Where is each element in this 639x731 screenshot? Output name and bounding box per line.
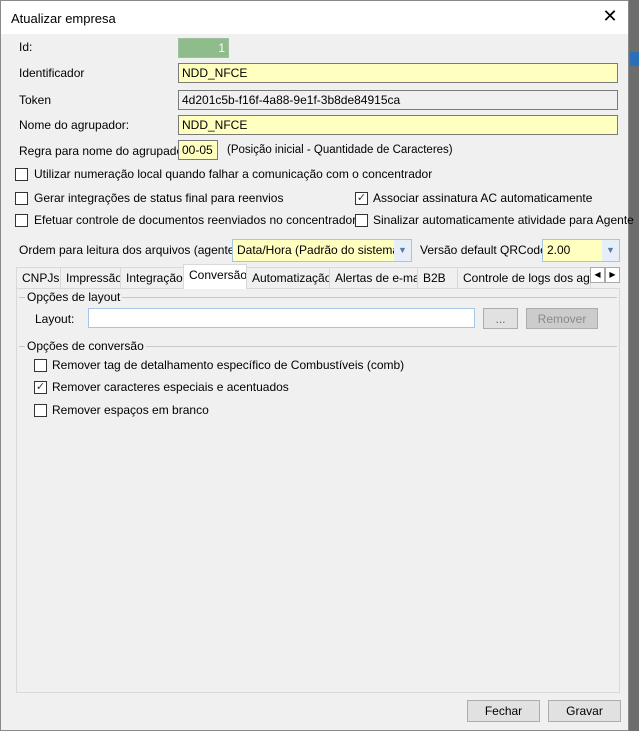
id-field: 1	[178, 38, 229, 58]
ordem-label: Ordem para leitura dos arquivos (agente)…	[19, 243, 242, 257]
layout-input[interactable]	[88, 308, 475, 328]
close-icon[interactable]: ✕	[599, 6, 621, 27]
ordem-select[interactable]: Data/Hora (Padrão do sistema) ▼	[232, 239, 412, 262]
layout-group-title: Opções de layout	[25, 290, 123, 304]
fechar-button[interactable]: Fechar	[467, 700, 540, 722]
nome-agrupador-label: Nome do agrupador:	[19, 118, 130, 132]
background-window-element	[630, 52, 639, 66]
checkbox-remover-caracteres[interactable]: ✓	[34, 381, 47, 394]
checkbox-remover-espacos[interactable]	[34, 404, 47, 417]
tab-cnpjs[interactable]: CNPJs	[16, 267, 61, 288]
checkbox-efetuar-controle[interactable]	[15, 214, 28, 227]
tab-scroll-left-icon[interactable]: ◀	[590, 267, 605, 283]
qrcode-select[interactable]: 2.00 ▼	[542, 239, 620, 262]
checkbox-associar-assinatura[interactable]: ✓	[355, 192, 368, 205]
conversion-group-title: Opções de conversão	[25, 339, 146, 353]
checkbox-label: Remover espaços em branco	[52, 403, 209, 417]
checkbox-remover-comb[interactable]	[34, 359, 47, 372]
identificador-input[interactable]: NDD_NFCE	[178, 63, 618, 83]
chevron-down-icon: ▼	[394, 240, 411, 261]
checkbox-label: Remover caracteres especiais e acentuado…	[52, 380, 289, 394]
checkbox-label: Remover tag de detalhamento específico d…	[52, 358, 405, 372]
nome-agrupador-input[interactable]: NDD_NFCE	[178, 115, 618, 135]
regra-label: Regra para nome do agrupador:	[19, 144, 191, 158]
regra-hint: (Posição inicial - Quantidade de Caracte…	[227, 144, 453, 156]
checkbox-label: Associar assinatura AC automaticamente	[373, 191, 593, 205]
gravar-button[interactable]: Gravar	[548, 700, 621, 722]
checkbox-label: Gerar integrações de status final para r…	[34, 191, 284, 205]
checkbox-label: Sinalizar automaticamente atividade para…	[373, 213, 634, 227]
token-input[interactable]: 4d201c5b-f16f-4a88-9e1f-3b8de84915ca	[178, 90, 618, 110]
chevron-down-icon: ▼	[602, 240, 619, 261]
title-bar: Atualizar empresa ✕	[1, 1, 628, 34]
id-label: Id:	[19, 40, 33, 54]
regra-input[interactable]: 00-05	[178, 140, 218, 160]
checkbox-gerar-integracoes[interactable]	[15, 192, 28, 205]
remove-layout-button[interactable]: Remover	[526, 308, 598, 329]
tab-b2b[interactable]: B2B	[417, 267, 458, 288]
ordem-value: Data/Hora (Padrão do sistema)	[237, 243, 404, 257]
window-title: Atualizar empresa	[11, 11, 116, 26]
tab-integracao[interactable]: Integração	[120, 267, 184, 288]
tab-alertas-email[interactable]: Alertas de e-mail	[329, 267, 418, 288]
checkbox-numeracao-local[interactable]	[15, 168, 28, 181]
tab-scroll-right-icon[interactable]: ▶	[605, 267, 620, 283]
tab-impressao[interactable]: Impressão	[60, 267, 121, 288]
layout-label: Layout:	[35, 312, 75, 326]
identificador-label: Identificador	[19, 66, 85, 80]
dialog-atualizar-empresa: Atualizar empresa ✕ Id: 1 Identificador …	[0, 0, 634, 731]
qrcode-label: Versão default QRCode:	[420, 243, 551, 257]
tab-controle-logs[interactable]: Controle de logs dos agen	[457, 267, 591, 288]
browse-button[interactable]: ...	[483, 308, 518, 329]
tab-automatizacao[interactable]: Automatização	[246, 267, 330, 288]
tab-panel-conversao: Opções de layout Layout: ... Remover Opç…	[16, 288, 620, 693]
checkbox-label: Efetuar controle de documentos reenviado…	[34, 213, 357, 227]
qrcode-value: 2.00	[547, 243, 571, 257]
background-window	[629, 0, 639, 731]
token-label: Token	[19, 93, 52, 107]
checkbox-label: Utilizar numeração local quando falhar a…	[34, 167, 433, 181]
checkbox-sinalizar-atividade[interactable]	[355, 214, 368, 227]
tab-conversao[interactable]: Conversão	[183, 264, 247, 289]
